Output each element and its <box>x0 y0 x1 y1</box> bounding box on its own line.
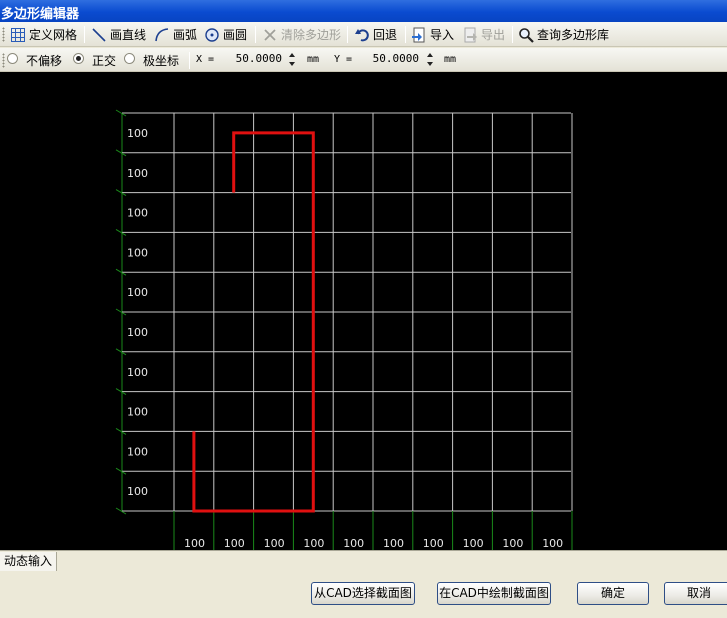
column-spacing-label: 100 <box>303 537 324 550</box>
magnifier-icon <box>518 27 534 43</box>
draw-circle-button[interactable]: 画圆 <box>204 25 247 44</box>
toolbar-separator <box>255 26 256 43</box>
row-spacing-label: 100 <box>127 366 148 379</box>
row-spacing-label: 100 <box>127 286 148 299</box>
clear-polygon-button[interactable]: 清除多边形 <box>262 25 341 44</box>
clear-x-icon <box>262 27 278 43</box>
y-unit-label: mm <box>444 54 457 65</box>
grid-icon <box>10 27 26 43</box>
toolbar-separator <box>84 26 85 43</box>
select-from-cad-button[interactable]: 从CAD选择截面图 <box>311 582 415 605</box>
ok-button[interactable]: 确定 <box>577 582 649 605</box>
draw-in-cad-button[interactable]: 在CAD中绘制截面图 <box>437 582 551 605</box>
toolbar-separator <box>347 26 348 43</box>
draw-arc-button[interactable]: 画弧 <box>154 25 197 44</box>
toolbar-separator <box>405 26 406 43</box>
export-icon <box>462 27 478 43</box>
draw-circle-label: 画圆 <box>223 28 248 42</box>
y-coord-label: Y = <box>334 54 353 65</box>
cad-grid-svg[interactable]: 100 100 100 100 100 100 100 100 100 100 100 100 100 1… <box>0 72 727 550</box>
query-library-label: 查询多边形库 <box>537 28 610 42</box>
snap-options-bar: 不偏移 正交 极坐标 X = 50.0000 mm Y = 50.0000 mm <box>0 48 727 72</box>
query-library-button[interactable]: 查询多边形库 <box>518 25 609 44</box>
no-offset-label: 不偏移 <box>26 54 63 68</box>
undo-icon <box>354 27 370 43</box>
title-bar: 多边形编辑器 <box>0 0 727 22</box>
line-icon <box>91 27 107 43</box>
export-label: 导出 <box>481 28 506 42</box>
draw-line-button[interactable]: 画直线 <box>91 25 146 44</box>
draw-line-label: 画直线 <box>110 28 147 42</box>
row-spacing-label: 100 <box>127 445 148 458</box>
circle-icon <box>204 27 220 43</box>
import-button[interactable]: 导入 <box>411 25 454 44</box>
define-grid-button[interactable]: 定义网格 <box>10 25 77 44</box>
tab-dynamic-input[interactable]: 动态输入 <box>0 552 58 571</box>
clear-polygon-label: 清除多边形 <box>281 28 342 42</box>
optionbar-separator <box>189 52 190 69</box>
row-spacing-label: 100 <box>127 246 148 259</box>
main-toolbar: 定义网格 画直线 画弧 画圆 清除多边形 回退 导入 导出 查询多边形库 <box>0 22 727 47</box>
window-title: 多边形编辑器 <box>1 7 80 22</box>
column-spacing-label: 100 <box>184 537 205 550</box>
toolbar-grip[interactable] <box>2 27 5 42</box>
optionbar-grip[interactable] <box>2 53 5 68</box>
cancel-button[interactable]: 取消 <box>664 582 727 605</box>
column-spacing-label: 100 <box>502 537 523 550</box>
x-coord-input[interactable]: 50.0000 <box>222 52 282 65</box>
row-spacing-label: 100 <box>127 326 148 339</box>
column-spacing-label: 100 <box>343 537 364 550</box>
x-spinner[interactable] <box>288 51 297 69</box>
arc-icon <box>154 27 170 43</box>
draw-arc-label: 画弧 <box>173 28 198 42</box>
import-label: 导入 <box>430 28 455 42</box>
x-coord-label: X = <box>196 54 215 65</box>
define-grid-label: 定义网格 <box>29 28 78 42</box>
dialog-button-bar: 从CAD选择截面图 在CAD中绘制截面图 确定 取消 <box>0 571 727 618</box>
drawing-canvas[interactable]: 100 100 100 100 100 100 100 100 100 100 100 100 100 1… <box>0 72 727 550</box>
column-spacing-label: 100 <box>383 537 404 550</box>
row-spacing-label: 100 <box>127 406 148 419</box>
bottom-tab-bar: 动态输入 <box>0 550 727 571</box>
x-unit-label: mm <box>307 54 320 65</box>
row-spacing-label: 100 <box>127 127 148 140</box>
row-spacing-label: 100 <box>127 207 148 220</box>
column-spacing-label: 100 <box>542 537 563 550</box>
column-spacing-label: 100 <box>224 537 245 550</box>
undo-label: 回退 <box>373 28 398 42</box>
undo-button[interactable]: 回退 <box>354 25 397 44</box>
y-spinner[interactable] <box>426 51 435 69</box>
row-spacing-label: 100 <box>127 485 148 498</box>
orthogonal-radio[interactable] <box>73 53 84 64</box>
toolbar-separator <box>512 26 513 43</box>
column-spacing-label: 100 <box>423 537 444 550</box>
polar-label: 极坐标 <box>143 54 180 68</box>
orthogonal-label: 正交 <box>92 54 117 68</box>
export-button[interactable]: 导出 <box>462 25 505 44</box>
polar-radio[interactable] <box>124 53 135 64</box>
column-spacing-label: 100 <box>264 537 285 550</box>
no-offset-radio[interactable] <box>7 53 18 64</box>
y-coord-input[interactable]: 50.0000 <box>359 52 419 65</box>
import-icon <box>411 27 427 43</box>
row-spacing-label: 100 <box>127 167 148 180</box>
column-spacing-label: 100 <box>463 537 484 550</box>
